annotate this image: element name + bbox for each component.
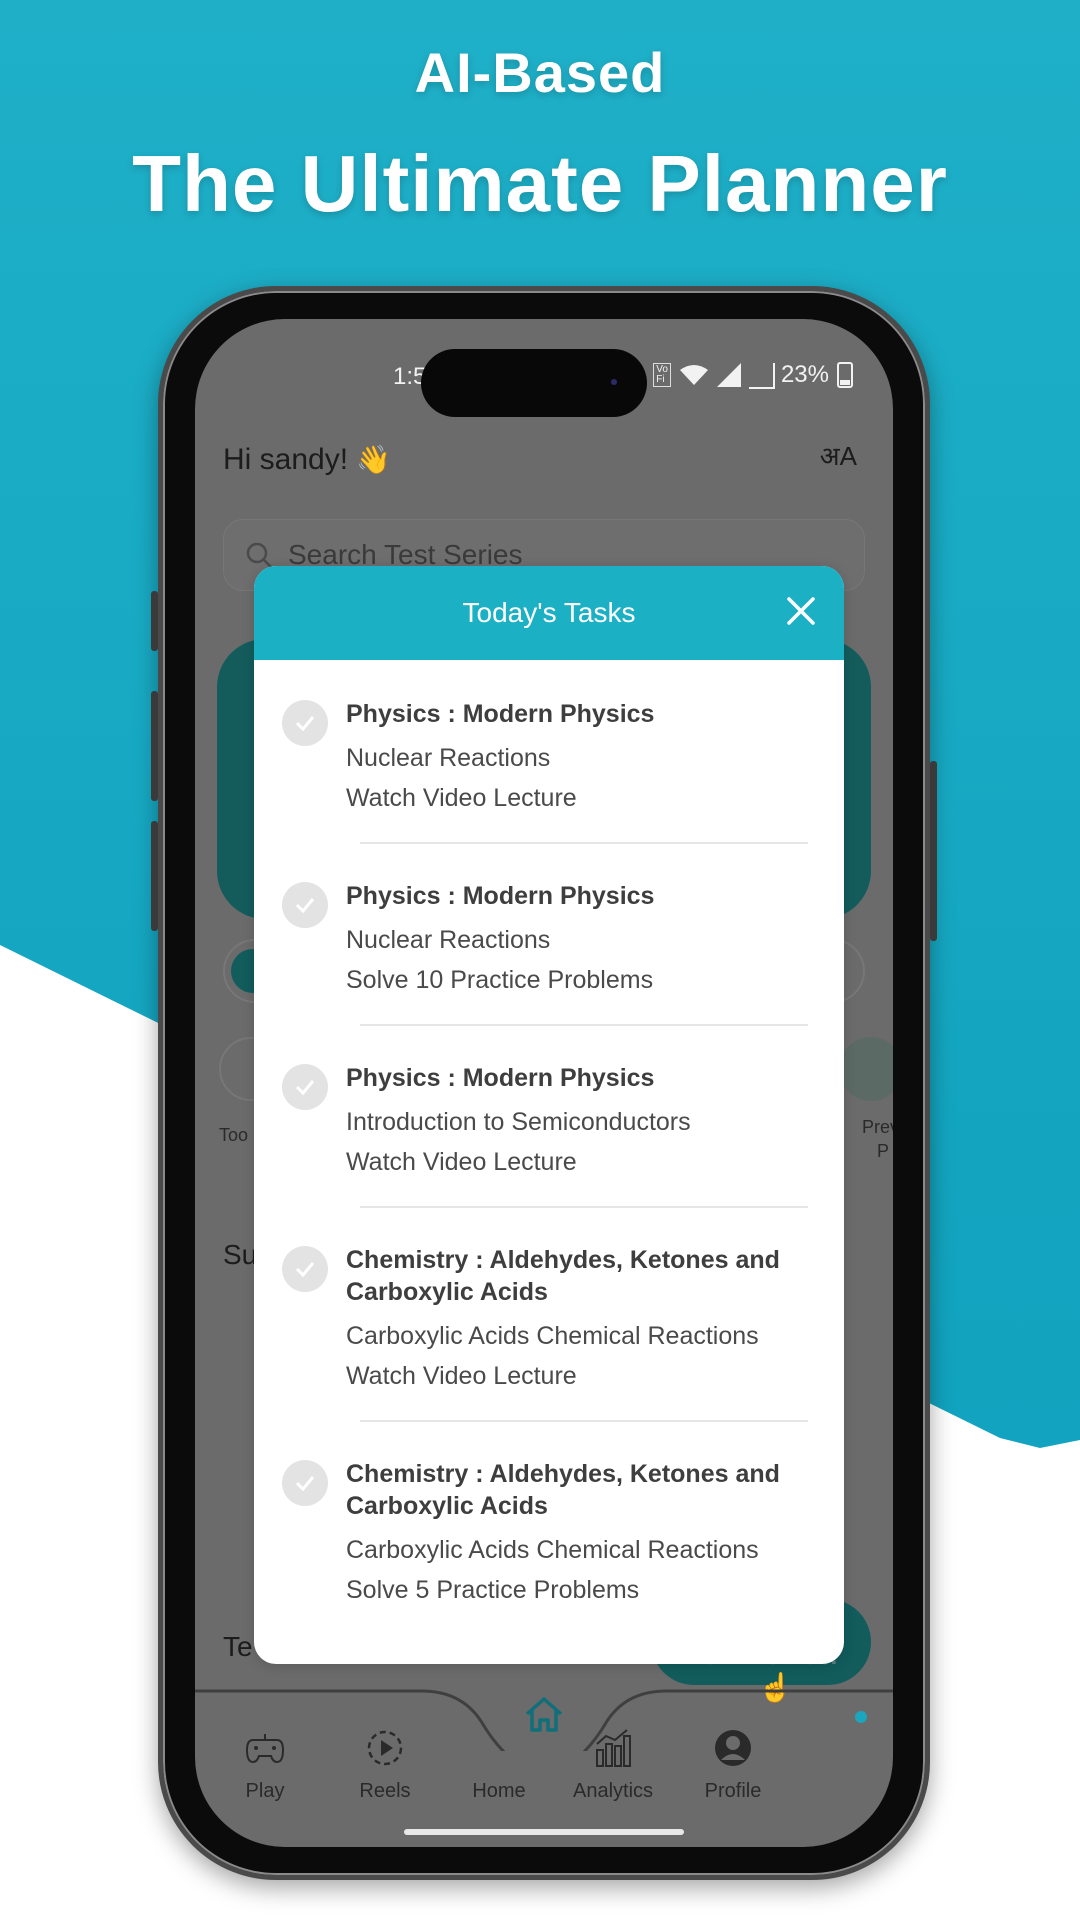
- promo-tagline: AI-Based: [414, 41, 666, 104]
- section-heading-2: Te: [223, 1631, 253, 1662]
- signal-outline-icon: [748, 363, 775, 389]
- greeting: Hi sandy! 👋: [223, 443, 391, 477]
- greeting-text: Hi sandy!: [223, 443, 349, 476]
- nav-label-reels: Reels: [359, 1780, 411, 1802]
- nav-label-play: Play: [245, 1780, 285, 1802]
- quick-action-label-right-2: P: [876, 1141, 889, 1161]
- task-title: Physics : Modern Physics: [346, 1064, 655, 1092]
- quick-action-label-right: Prev: [861, 1117, 893, 1137]
- task-action: Watch Video Lecture: [346, 1148, 577, 1176]
- check-icon: [295, 898, 315, 914]
- nav-item-home[interactable]: Home: [449, 1726, 549, 1803]
- nav-item-analytics[interactable]: Analytics: [563, 1726, 663, 1803]
- nav-item-reels[interactable]: Reels: [335, 1726, 435, 1803]
- task-title: Physics : Modern Physics: [346, 882, 655, 910]
- bottom-nav: Play Reels Home Analytics Profile: [195, 1671, 893, 1847]
- status-icons: Vo Fi 23%: [653, 361, 853, 389]
- task-item[interactable]: Physics : Modern Physics Nuclear Reactio…: [282, 842, 808, 1024]
- task-checkbox[interactable]: [282, 882, 328, 928]
- close-icon[interactable]: [784, 594, 818, 628]
- phone-power-button: [930, 761, 937, 941]
- quick-action-circle-right[interactable]: [839, 1037, 893, 1101]
- task-action: Watch Video Lecture: [346, 784, 577, 812]
- task-checkbox[interactable]: [282, 1064, 328, 1110]
- check-icon: [295, 716, 315, 732]
- check-icon: [295, 1476, 315, 1492]
- task-list: Physics : Modern Physics Nuclear Reactio…: [254, 660, 844, 1634]
- task-topic: Introduction to Semiconductors: [346, 1108, 691, 1136]
- gamepad-icon: [245, 1734, 285, 1764]
- task-topic: Carboxylic Acids Chemical Reactions: [346, 1536, 759, 1564]
- battery-percent: 23%: [780, 361, 829, 388]
- home-indicator[interactable]: [404, 1829, 684, 1835]
- task-topic: Carboxylic Acids Chemical Reactions: [346, 1322, 759, 1350]
- dynamic-island: [421, 349, 647, 417]
- phone-volume-up: [151, 691, 158, 801]
- wifi-icon: [679, 364, 709, 386]
- task-title: Chemistry : Aldehydes, Ketones and Carbo…: [346, 1246, 780, 1306]
- task-topic: Nuclear Reactions: [346, 926, 551, 954]
- promo-headline: The Ultimate Planner: [132, 139, 948, 228]
- todays-tasks-modal: Today's Tasks Physics : Modern Physics N…: [254, 566, 844, 1664]
- play-circle-icon: [367, 1730, 403, 1766]
- analytics-icon: [596, 1729, 631, 1767]
- phone-action-button: [151, 591, 158, 651]
- task-action: Solve 5 Practice Problems: [346, 1576, 640, 1604]
- task-item[interactable]: Chemistry : Aldehydes, Ketones and Carbo…: [282, 1420, 808, 1634]
- profile-icon: [715, 1730, 751, 1766]
- task-title: Chemistry : Aldehydes, Ketones and Carbo…: [346, 1460, 780, 1520]
- task-item[interactable]: Physics : Modern Physics Nuclear Reactio…: [282, 660, 808, 842]
- nav-label-analytics: Analytics: [572, 1780, 654, 1802]
- task-checkbox[interactable]: [282, 700, 328, 746]
- signal-icon: [716, 363, 741, 387]
- nav-item-play[interactable]: Play: [215, 1726, 315, 1803]
- task-action: Solve 10 Practice Problems: [346, 966, 654, 994]
- modal-header: Today's Tasks: [254, 566, 844, 660]
- check-icon: [295, 1262, 315, 1278]
- task-checkbox[interactable]: [282, 1246, 328, 1292]
- modal-title: Today's Tasks: [462, 597, 636, 628]
- quick-action-label: Too: [219, 1125, 249, 1145]
- camera-dot: [611, 379, 617, 385]
- check-icon: [295, 1080, 315, 1096]
- wave-icon: 👋: [356, 444, 391, 475]
- section-heading: Su: [223, 1239, 258, 1270]
- phone-volume-down: [151, 821, 158, 931]
- vowifi-icon: Vo Fi: [653, 363, 671, 387]
- profile-notification-badge: [855, 1711, 867, 1723]
- language-toggle-icon[interactable]: अA: [820, 437, 857, 473]
- task-topic: Nuclear Reactions: [346, 744, 551, 772]
- battery-icon: [837, 362, 853, 388]
- nav-label-profile: Profile: [704, 1780, 762, 1802]
- nav-item-profile[interactable]: Profile: [683, 1726, 783, 1803]
- task-item[interactable]: Chemistry : Aldehydes, Ketones and Carbo…: [282, 1206, 808, 1420]
- task-action: Watch Video Lecture: [346, 1362, 577, 1390]
- task-item[interactable]: Physics : Modern Physics Introduction to…: [282, 1024, 808, 1206]
- task-title: Physics : Modern Physics: [346, 700, 655, 728]
- task-checkbox[interactable]: [282, 1460, 328, 1506]
- nav-label-home: Home: [472, 1780, 526, 1802]
